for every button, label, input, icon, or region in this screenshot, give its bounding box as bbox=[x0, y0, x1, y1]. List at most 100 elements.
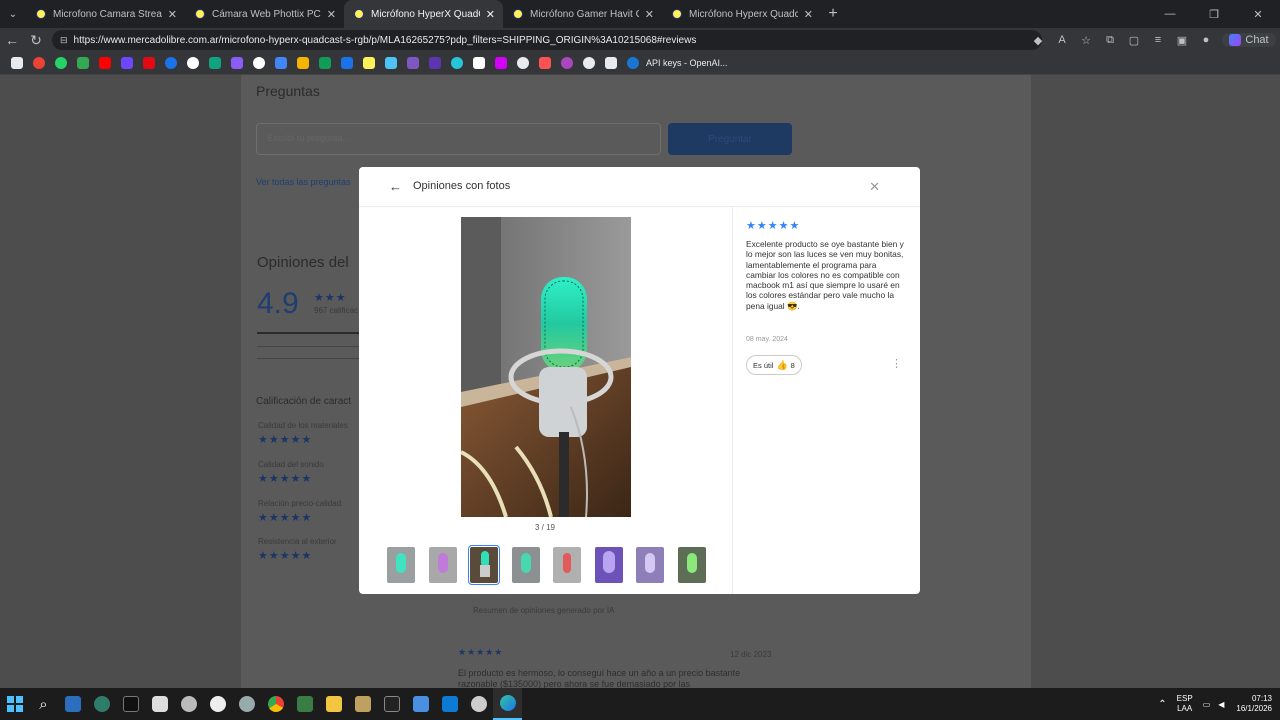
bookmark-icon[interactable] bbox=[231, 57, 243, 69]
bookmark-icon[interactable] bbox=[429, 57, 441, 69]
close-tab-icon[interactable]: ✕ bbox=[804, 8, 813, 21]
volume-icon[interactable]: ◀ bbox=[1218, 700, 1224, 709]
bookmark-icon[interactable] bbox=[209, 57, 221, 69]
url-bar[interactable]: ⊟ https://www.mercadolibre.com.ar/microf… bbox=[52, 30, 1042, 50]
new-tab-icon[interactable]: + bbox=[821, 0, 845, 28]
modal-header: ← Opiniones con fotos ✕ bbox=[359, 167, 920, 207]
file-explorer-icon[interactable] bbox=[319, 688, 348, 720]
bookmark-label[interactable]: API keys - OpenAI... bbox=[646, 58, 728, 68]
terminal-icon[interactable] bbox=[116, 688, 145, 720]
thumbnail[interactable] bbox=[387, 547, 415, 583]
site-info-icon[interactable]: ⊟ bbox=[60, 35, 68, 46]
bookmark-icon[interactable] bbox=[495, 57, 507, 69]
bookmark-icon[interactable] bbox=[143, 57, 155, 69]
useful-button[interactable]: Es útil 👍 8 bbox=[746, 355, 802, 375]
browser-tab[interactable]: Microfono Camara Streaming | Me ✕ bbox=[26, 0, 185, 28]
browser-tab[interactable]: Cámara Web Phottix PC-20 FHD Fu ✕ bbox=[185, 0, 344, 28]
bookmark-icon[interactable] bbox=[605, 57, 617, 69]
bookmark-icon[interactable] bbox=[451, 57, 463, 69]
thumbnail-image bbox=[636, 547, 664, 583]
bookmark-icon[interactable] bbox=[165, 57, 177, 69]
favorites-icon[interactable]: ≡ bbox=[1146, 34, 1170, 46]
bookmark-icon[interactable] bbox=[187, 57, 199, 69]
mercadolibre-favicon-icon bbox=[195, 9, 205, 19]
notepad-icon[interactable] bbox=[406, 688, 435, 720]
app-icon[interactable] bbox=[348, 688, 377, 720]
tray-chevron-icon[interactable]: ⌃ bbox=[1158, 699, 1166, 710]
whatsapp-bookmark-icon[interactable] bbox=[55, 57, 67, 69]
windows-taskbar: ⌕ ⌃ ESP LAA ▭ ◀ 07:13 16/1/2026 bbox=[0, 688, 1280, 720]
tab-search-icon[interactable]: ⌄ bbox=[0, 0, 26, 28]
bookmark-icon[interactable] bbox=[363, 57, 375, 69]
split-view-icon[interactable]: ▢ bbox=[1122, 34, 1146, 47]
search-icon[interactable]: ⌕ bbox=[29, 688, 58, 720]
globe-bookmark-icon[interactable] bbox=[517, 57, 529, 69]
edge-icon[interactable] bbox=[493, 688, 522, 720]
browser-tab[interactable]: Micrófono Hyperx Quadcast 2 Usb ✕ bbox=[662, 0, 821, 28]
bookmark-icon[interactable] bbox=[385, 57, 397, 69]
review-photo[interactable] bbox=[461, 217, 631, 517]
collections-icon[interactable]: ▣ bbox=[1170, 34, 1194, 47]
maps-bookmark-icon[interactable] bbox=[77, 57, 89, 69]
review-date: 08 may. 2024 bbox=[746, 336, 788, 343]
close-window-icon[interactable]: ✕ bbox=[1236, 0, 1280, 28]
chat-button[interactable]: Chat bbox=[1222, 33, 1276, 47]
extensions-puzzle-icon[interactable]: ⧉ bbox=[1098, 34, 1122, 47]
profile-icon[interactable]: ● bbox=[1194, 34, 1218, 46]
github-desktop-icon[interactable] bbox=[203, 688, 232, 720]
close-tab-icon[interactable]: ✕ bbox=[168, 8, 177, 21]
github-bookmark-icon[interactable] bbox=[583, 57, 595, 69]
bookmark-icon[interactable] bbox=[253, 57, 265, 69]
more-options-icon[interactable]: ⋮ bbox=[891, 357, 902, 370]
app-icon[interactable] bbox=[145, 688, 174, 720]
settings-gear-icon[interactable] bbox=[232, 688, 261, 720]
close-tab-icon[interactable]: ✕ bbox=[327, 8, 336, 21]
close-icon[interactable]: ✕ bbox=[869, 179, 880, 195]
browser-tab-active[interactable]: Micrófono HyperX QuadCast S RG ✕ bbox=[344, 0, 503, 28]
bookmark-icon[interactable] bbox=[539, 57, 551, 69]
powershell-icon[interactable] bbox=[58, 688, 87, 720]
apps-bookmark-icon[interactable] bbox=[11, 57, 23, 69]
thumbnail-selected[interactable] bbox=[468, 545, 500, 585]
bookmark-star-icon[interactable]: ☆ bbox=[1074, 34, 1098, 47]
chrome-bookmark-icon[interactable] bbox=[33, 57, 45, 69]
bookmark-icon[interactable] bbox=[275, 57, 287, 69]
terminal-icon[interactable] bbox=[377, 688, 406, 720]
openai-bookmark-icon[interactable] bbox=[627, 57, 639, 69]
thumbnail[interactable] bbox=[636, 547, 664, 583]
language-indicator[interactable]: ESP LAA bbox=[1177, 694, 1193, 714]
maximize-icon[interactable]: ❐ bbox=[1192, 0, 1236, 28]
clock[interactable]: 07:13 16/1/2026 bbox=[1236, 694, 1272, 714]
translate-icon[interactable]: A bbox=[1050, 34, 1074, 46]
app-icon[interactable] bbox=[174, 688, 203, 720]
extension-icon[interactable]: ◆ bbox=[1026, 34, 1050, 47]
bookmark-icon[interactable] bbox=[121, 57, 133, 69]
close-tab-icon[interactable]: ✕ bbox=[486, 8, 495, 21]
thumbnail[interactable] bbox=[511, 547, 540, 583]
youtube-bookmark-icon[interactable] bbox=[99, 57, 111, 69]
app-icon[interactable] bbox=[87, 688, 116, 720]
reload-icon[interactable]: ↻ bbox=[24, 28, 48, 52]
minimize-icon[interactable]: — bbox=[1148, 0, 1192, 28]
chrome-icon[interactable] bbox=[261, 688, 290, 720]
network-icon[interactable]: ▭ bbox=[1203, 700, 1211, 709]
calculator-icon[interactable] bbox=[290, 688, 319, 720]
vscode-icon[interactable] bbox=[435, 688, 464, 720]
arrow-left-icon[interactable]: ← bbox=[389, 179, 402, 194]
bookmark-icon[interactable] bbox=[473, 57, 485, 69]
thumbnail[interactable] bbox=[677, 547, 706, 583]
review-stars: ★★★★★ bbox=[746, 220, 801, 232]
browser-tab[interactable]: Micrófono Gamer Havit Gk50 Pro ✕ bbox=[503, 0, 662, 28]
github-icon[interactable] bbox=[464, 688, 493, 720]
bookmark-icon[interactable] bbox=[561, 57, 573, 69]
thumbnail[interactable] bbox=[594, 547, 623, 583]
back-icon[interactable]: ← bbox=[0, 28, 24, 52]
thumbnail[interactable] bbox=[428, 547, 457, 583]
bookmark-icon[interactable] bbox=[341, 57, 353, 69]
start-button[interactable] bbox=[0, 688, 29, 720]
bookmark-icon[interactable] bbox=[407, 57, 419, 69]
close-tab-icon[interactable]: ✕ bbox=[645, 8, 654, 21]
thumbnail[interactable] bbox=[553, 547, 581, 583]
bookmark-icon[interactable] bbox=[297, 57, 309, 69]
bookmark-icon[interactable] bbox=[319, 57, 331, 69]
